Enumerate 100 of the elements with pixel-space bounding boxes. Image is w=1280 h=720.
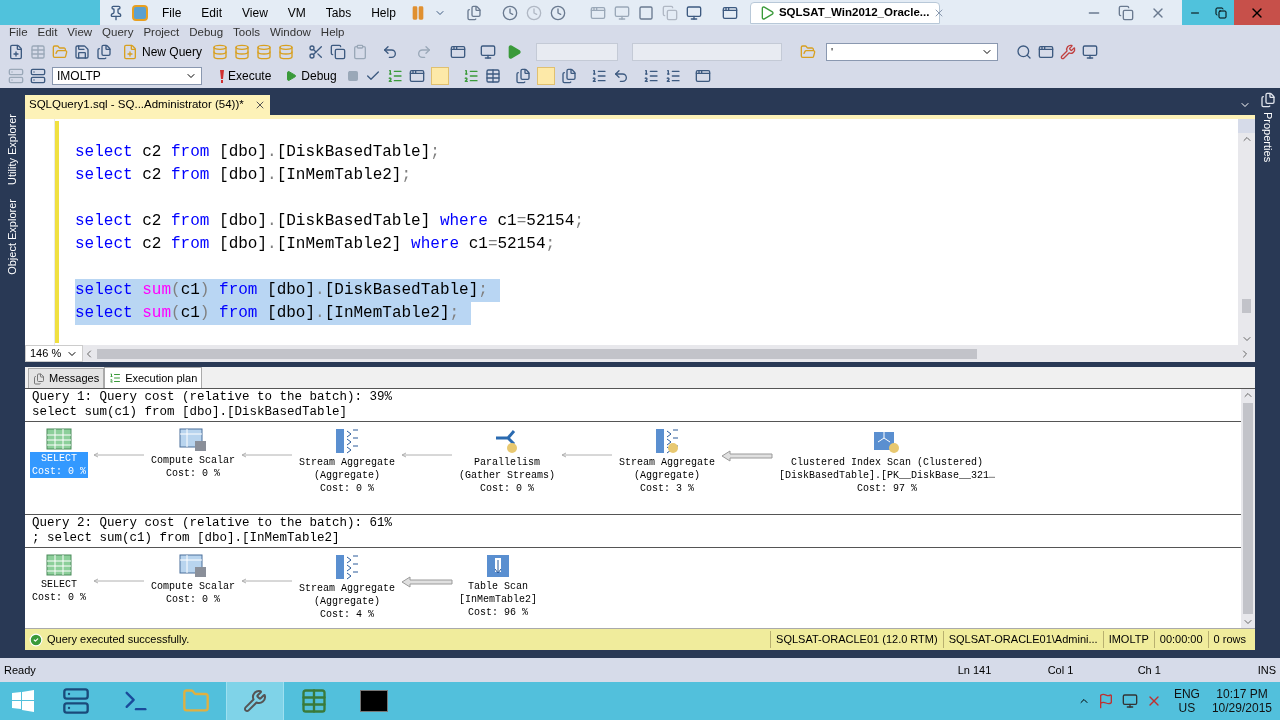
side-tab[interactable]: Object Explorer	[4, 198, 21, 275]
clock-icon[interactable]	[501, 4, 518, 21]
plan-node-label[interactable]: Table Scan [InMemTable2] Cost: 96 %	[457, 580, 540, 619]
pin-icon[interactable]	[108, 4, 124, 21]
menu-item[interactable]: Debug	[184, 25, 229, 40]
execute-button[interactable]: Execute	[216, 67, 276, 85]
search-icon[interactable]	[1016, 44, 1033, 60]
clock-icon[interactable]	[549, 4, 566, 21]
side-tab[interactable]: Properties	[1259, 112, 1276, 163]
window-icon[interactable]	[1038, 44, 1055, 60]
menu-item[interactable]: Help	[365, 3, 402, 22]
status-cell-text: Ln 141	[957, 662, 993, 678]
vm-tab[interactable]: SQLSAT_Win2012_Oracle...	[749, 1, 940, 24]
menu-item[interactable]: Edit	[195, 3, 229, 22]
windows-logo-icon[interactable]	[12, 690, 34, 712]
copy-icon[interactable]	[330, 44, 347, 60]
cut-icon[interactable]	[308, 44, 325, 60]
plan-node-label[interactable]: Parallelism (Gather Streams) Cost: 0 %	[457, 456, 558, 495]
table-icon[interactable]	[300, 687, 328, 715]
monitor-icon[interactable]	[685, 4, 702, 21]
menu-item[interactable]: VM	[281, 3, 312, 22]
plan-node-label[interactable]: Compute Scalar Cost: 0 %	[149, 454, 237, 480]
clock[interactable]: 10:17 PM 10/29/2015	[1211, 687, 1272, 715]
grid-icon[interactable]	[484, 68, 501, 84]
plan-node-label[interactable]: Stream Aggregate (Aggregate) Cost: 3 %	[617, 456, 718, 495]
fullscreen-icon[interactable]	[637, 4, 654, 21]
flag-icon[interactable]	[1097, 693, 1114, 709]
new-file-icon[interactable]	[8, 44, 24, 60]
database-icon[interactable]	[212, 44, 229, 60]
files-icon[interactable]	[514, 68, 531, 84]
code-line: select c2 from [dbo].[InMemTable2] where c1=52154;	[75, 234, 557, 255]
plan-node-label[interactable]: Stream Aggregate (Aggregate) Cost: 0 %	[297, 456, 398, 495]
new-query-button[interactable]: New Query	[118, 43, 207, 61]
plan-icon[interactable]	[386, 68, 403, 84]
code-line: select c2 from [dbo].[InMemTable2];	[75, 165, 413, 186]
taskbar-button[interactable]	[226, 682, 284, 720]
vertical-scrollbar[interactable]	[1241, 389, 1255, 628]
status-cell: 00:00:00	[1153, 631, 1208, 648]
status-cell: 0 rows	[1207, 631, 1251, 648]
monitor-icon[interactable]	[1082, 44, 1099, 60]
result-tab[interactable]: Messages	[28, 368, 105, 388]
server-icon[interactable]	[30, 68, 46, 84]
plan-node-label[interactable]: Compute Scalar Cost: 0 %	[149, 580, 237, 606]
monitor-icon[interactable]	[480, 44, 497, 60]
redo-icon[interactable]	[416, 44, 433, 60]
menu-item[interactable]: Tabs	[319, 3, 358, 22]
grid-calculator-icon	[179, 428, 207, 452]
menu-item[interactable]: Tools	[228, 25, 265, 40]
plan-node-label[interactable]: Stream Aggregate (Aggregate) Cost: 4 %	[297, 582, 398, 621]
menu-item[interactable]: File	[4, 25, 33, 40]
paste-icon[interactable]	[352, 44, 369, 60]
language-indicator[interactable]: ENG US	[1173, 687, 1200, 715]
properties-icon[interactable]	[1259, 92, 1276, 108]
minimize-button[interactable]	[1182, 0, 1208, 25]
plan-node-label[interactable]: Clustered Index Scan (Clustered) [DiskBasedTable].[PK__DiskBase__321… Cost: 97 %	[777, 456, 998, 495]
files-icon[interactable]	[560, 68, 577, 84]
results-to-text-icon[interactable]	[430, 67, 449, 85]
status-cell-text: Col 1	[1047, 662, 1075, 678]
plan-node-label[interactable]: SELECT Cost: 0 %	[30, 578, 88, 604]
menu-item[interactable]: View	[62, 25, 98, 40]
database-dropdown[interactable]: IMOLTP	[52, 67, 202, 85]
clock-icon[interactable]	[525, 4, 542, 21]
stop-icon[interactable]	[346, 70, 359, 82]
menu-item[interactable]: Project	[138, 25, 185, 40]
menu-item[interactable]: Help	[315, 25, 350, 40]
terminal-icon[interactable]	[360, 690, 388, 712]
undo-icon[interactable]	[382, 44, 399, 60]
menu-item[interactable]: Query	[97, 25, 139, 40]
menu-item[interactable]: File	[156, 3, 188, 22]
close-button[interactable]	[1234, 0, 1280, 25]
server-icon[interactable]	[62, 687, 90, 715]
success-check-icon	[29, 632, 43, 647]
tools-icon[interactable]	[1060, 44, 1077, 60]
window-icon[interactable]	[721, 4, 738, 21]
folder-icon[interactable]	[800, 44, 817, 60]
find-combobox[interactable]: '	[826, 43, 999, 61]
window-icon[interactable]	[450, 44, 467, 60]
document-tab[interactable]: SQLQuery1.sql - SQ...Administrator (54))*	[25, 95, 270, 115]
restore-button[interactable]	[1208, 0, 1234, 25]
database-icon[interactable]	[278, 44, 295, 60]
scroll-thumb[interactable]	[1242, 299, 1251, 313]
app-logo-icon	[132, 4, 148, 21]
vertical-scrollbar[interactable]	[1238, 119, 1255, 345]
play-icon[interactable]	[506, 44, 523, 60]
side-tab[interactable]: Utility Explorer	[4, 114, 21, 185]
restore-icon[interactable]	[1118, 4, 1134, 21]
database-icon[interactable]	[234, 44, 251, 60]
zoom-dropdown[interactable]: 146 %	[25, 345, 83, 362]
plan-icon[interactable]	[462, 68, 479, 84]
menu-item[interactable]: Edit	[32, 25, 63, 40]
save-icon[interactable]	[74, 44, 90, 60]
menu-item[interactable]: View	[236, 3, 274, 22]
window-icon[interactable]	[408, 68, 425, 84]
menu-item[interactable]: Window	[264, 25, 316, 40]
debug-button[interactable]: Debug	[281, 67, 341, 85]
tools-icon	[243, 689, 267, 713]
database-icon[interactable]	[256, 44, 273, 60]
folder-icon[interactable]	[52, 44, 68, 60]
result-tab[interactable]: Execution plan	[104, 367, 203, 388]
toggle-grid-icon[interactable]	[536, 67, 555, 85]
